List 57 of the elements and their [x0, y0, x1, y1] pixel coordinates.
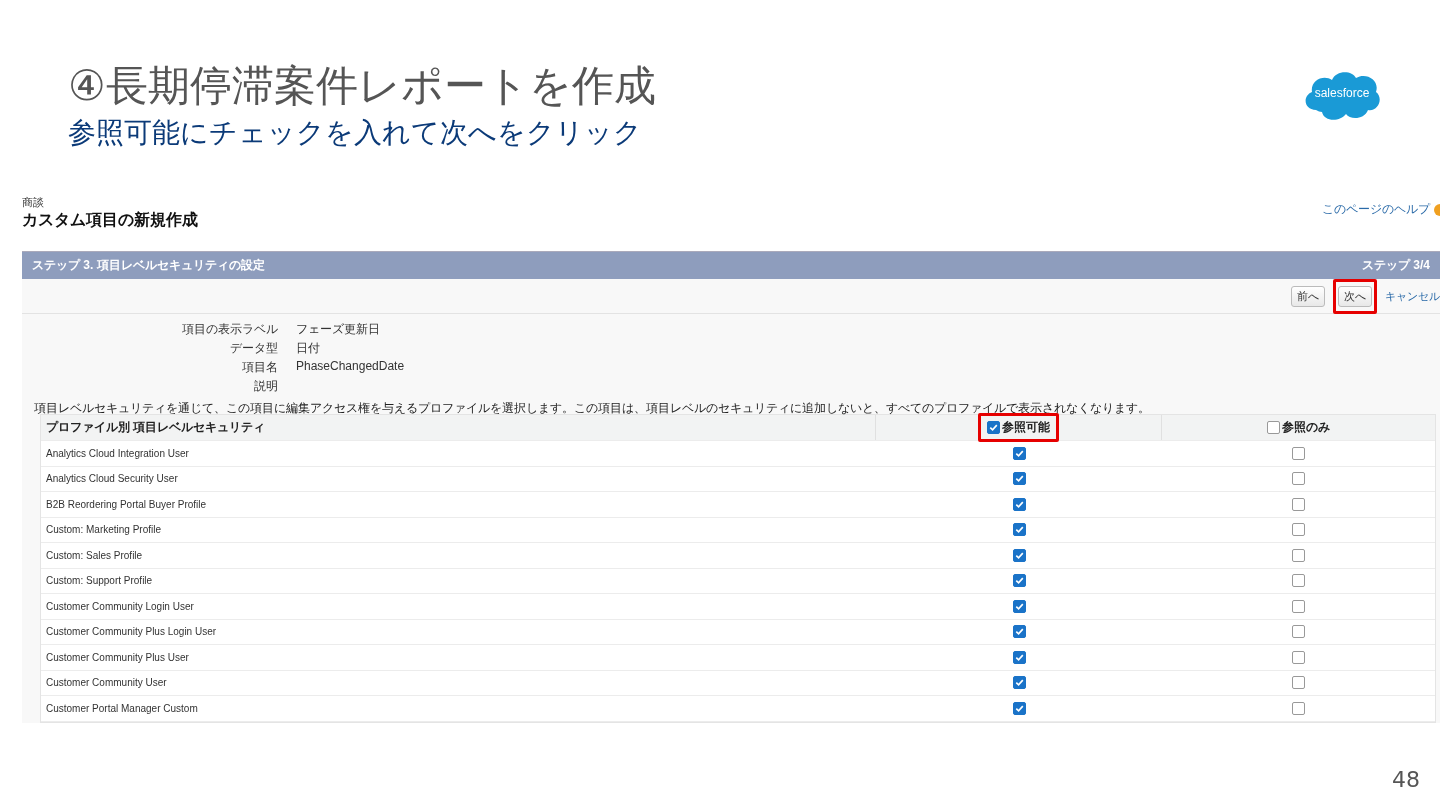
field-value: フェーズ更新日 [296, 321, 381, 338]
profile-name: Analytics Cloud Security User [46, 473, 178, 485]
page-heading: カスタム項目の新規作成 [22, 210, 198, 230]
field-value: 日付 [296, 340, 321, 357]
checkbox[interactable] [1012, 574, 1026, 588]
breadcrumb: 商談 [22, 195, 45, 210]
profile-name: Customer Portal Manager Custom [46, 702, 198, 714]
checkbox[interactable] [1012, 625, 1026, 639]
previous-button[interactable]: 前へ [1291, 285, 1325, 307]
next-button[interactable]: 次へ [1338, 285, 1372, 307]
profile-name: Custom: Sales Profile [46, 549, 143, 561]
profile-name: B2B Reordering Portal Buyer Profile [46, 498, 207, 510]
profile-name: Customer Community Plus User [46, 651, 189, 663]
column-header: 参照可能 [1002, 419, 1051, 436]
column-header: 参照のみ [1282, 419, 1331, 436]
column-header: プロファイル別 項目レベルセキュリティ [45, 419, 267, 436]
checkbox[interactable] [1292, 446, 1305, 460]
checkbox[interactable] [1012, 548, 1026, 562]
checkbox[interactable] [1012, 472, 1026, 486]
checkbox[interactable] [1292, 472, 1305, 486]
field-label: 説明 [253, 378, 278, 395]
checkbox[interactable] [1267, 421, 1281, 434]
checkbox[interactable] [1292, 523, 1305, 537]
profile-name: Custom: Marketing Profile [46, 524, 162, 536]
slide-subtitle: 参照可能にチェックを入れて次へをクリック [68, 115, 643, 152]
profile-name: Custom: Support Profile [46, 575, 153, 587]
checkbox[interactable] [1292, 625, 1305, 639]
checkbox[interactable] [1292, 701, 1305, 715]
checkbox[interactable] [1012, 599, 1026, 613]
field-label: データ型 [229, 340, 278, 357]
profile-name: Customer Community Plus Login User [46, 626, 217, 638]
checkbox[interactable] [1012, 676, 1026, 690]
panel-title: ステップ 3. 項目レベルセキュリティの設定 [32, 257, 265, 274]
checkbox[interactable] [1292, 650, 1305, 664]
profile-name: Customer Community Login User [46, 600, 194, 612]
checkbox[interactable] [1292, 676, 1305, 690]
page-number: 48 [1392, 767, 1420, 792]
checkbox[interactable] [987, 421, 1001, 434]
step-indicator: ステップ 3/4 [1362, 257, 1430, 274]
field-label: 項目名 [241, 359, 278, 376]
cancel-link[interactable]: キャンセル [1385, 288, 1440, 304]
checkbox[interactable] [1012, 701, 1026, 715]
field-label: 項目の表示ラベル [181, 321, 278, 338]
checkbox[interactable] [1012, 446, 1026, 460]
slide-title: ④長期停滞案件レポートを作成 [68, 62, 656, 111]
checkbox[interactable] [1012, 497, 1026, 511]
logo-text: salesforce [1313, 86, 1371, 100]
checkbox[interactable] [1012, 650, 1026, 664]
help-link[interactable]: このページのヘルプ [1322, 201, 1430, 218]
checkbox[interactable] [1292, 599, 1305, 613]
checkbox[interactable] [1012, 523, 1026, 537]
checkbox[interactable] [1292, 574, 1305, 588]
profile-name: Analytics Cloud Integration User [46, 447, 189, 459]
field-value: PhaseChangedDate [296, 359, 406, 375]
checkbox[interactable] [1292, 497, 1305, 511]
profile-name: Customer Community User [46, 677, 167, 689]
checkbox[interactable] [1292, 548, 1305, 562]
